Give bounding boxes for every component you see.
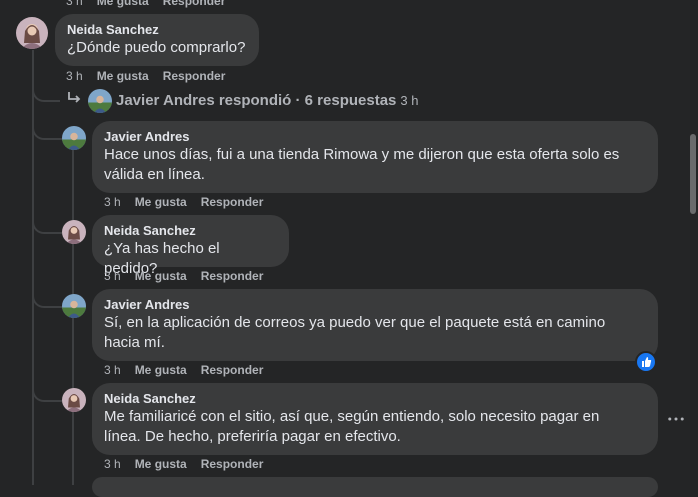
comment-meta: 3 h Me gusta Responder: [104, 269, 277, 283]
timestamp: 3 h: [66, 69, 83, 83]
avatar[interactable]: [62, 126, 86, 150]
view-replies-link[interactable]: Javier Andres respondió · 6 respuestas 3 …: [116, 92, 418, 109]
reply-link[interactable]: Responder: [201, 269, 264, 283]
comment-bubble[interactable]: Neida Sanchez Me familiaricé con el siti…: [92, 383, 658, 455]
thread-connector: [32, 214, 62, 234]
comment-author[interactable]: Neida Sanchez: [104, 223, 277, 239]
avatar[interactable]: [16, 17, 48, 49]
thread-connector: [32, 120, 62, 140]
reply-link[interactable]: Responder: [201, 363, 264, 377]
comment-author[interactable]: Neida Sanchez: [104, 391, 646, 407]
view-replies-text[interactable]: Javier Andres respondió · 6 respuestas: [116, 92, 396, 109]
avatar[interactable]: [62, 294, 86, 318]
comment-meta: 3 h Me gusta Responder: [104, 195, 277, 209]
comment-text: hacia mí.: [104, 334, 165, 351]
comment-meta: 3 h Me gusta Responder: [66, 69, 239, 83]
scrollbar[interactable]: [690, 134, 696, 214]
comment-bubble[interactable]: Neida Sanchez ¿Ya has hecho el pedido?: [92, 215, 289, 277]
comment-bubble[interactable]: Javier Andres Sí, en la aplicación de co…: [92, 289, 658, 361]
timestamp: 3 h: [104, 269, 121, 283]
timestamp: 3 h: [400, 93, 419, 108]
comment-text: Me familiaricé con el sitio, así que, se…: [104, 408, 600, 425]
thread-connector: [32, 288, 62, 308]
timestamp: 3 h: [66, 0, 83, 8]
comment-bubble[interactable]: Neida Sanchez ¿Dónde puedo comprarlo?: [55, 14, 259, 66]
comment-meta: 3 h Me gusta Responder: [104, 457, 277, 471]
timestamp: 3 h: [104, 363, 121, 377]
reply-link[interactable]: Responder: [201, 457, 264, 471]
like-link[interactable]: Me gusta: [135, 195, 187, 209]
timestamp: 3 h: [104, 457, 121, 471]
avatar[interactable]: [62, 388, 86, 412]
avatar[interactable]: [88, 89, 112, 113]
like-link[interactable]: Me gusta: [97, 69, 149, 83]
comment-text: válida en línea.: [104, 166, 205, 183]
thread-connector: [32, 382, 62, 402]
thread-line-outer: [32, 50, 34, 485]
comment-meta: 3 h Me gusta Responder: [66, 0, 239, 8]
like-link[interactable]: Me gusta: [97, 0, 149, 8]
comment-text: Sí, en la aplicación de correos ya puedo…: [104, 314, 606, 331]
comment-text: línea. De hecho, preferiría pagar en efe…: [104, 428, 401, 445]
comment-meta: 3 h Me gusta Responder: [104, 363, 277, 377]
more-options-icon[interactable]: [668, 406, 684, 427]
comment-author[interactable]: Javier Andres: [104, 129, 646, 145]
reply-link[interactable]: Responder: [163, 69, 226, 83]
reply-link[interactable]: Responder: [201, 195, 264, 209]
comment-author[interactable]: Javier Andres: [104, 297, 646, 313]
reply-link[interactable]: Responder: [163, 0, 226, 8]
like-link[interactable]: Me gusta: [135, 457, 187, 471]
comment-bubble[interactable]: [92, 477, 658, 497]
like-link[interactable]: Me gusta: [135, 269, 187, 283]
avatar[interactable]: [62, 220, 86, 244]
reply-arrow-icon: [66, 90, 82, 106]
comment-author[interactable]: Neida Sanchez: [67, 22, 247, 38]
comment-text: ¿Dónde puedo comprarlo?: [67, 39, 246, 56]
comment-bubble[interactable]: Javier Andres Hace unos días, fui a una …: [92, 121, 658, 193]
timestamp: 3 h: [104, 195, 121, 209]
thread-connector: [32, 80, 60, 102]
like-reaction-icon[interactable]: [635, 351, 657, 373]
like-link[interactable]: Me gusta: [135, 363, 187, 377]
comment-text: Hace unos días, fui a una tienda Rimowa …: [104, 146, 620, 163]
